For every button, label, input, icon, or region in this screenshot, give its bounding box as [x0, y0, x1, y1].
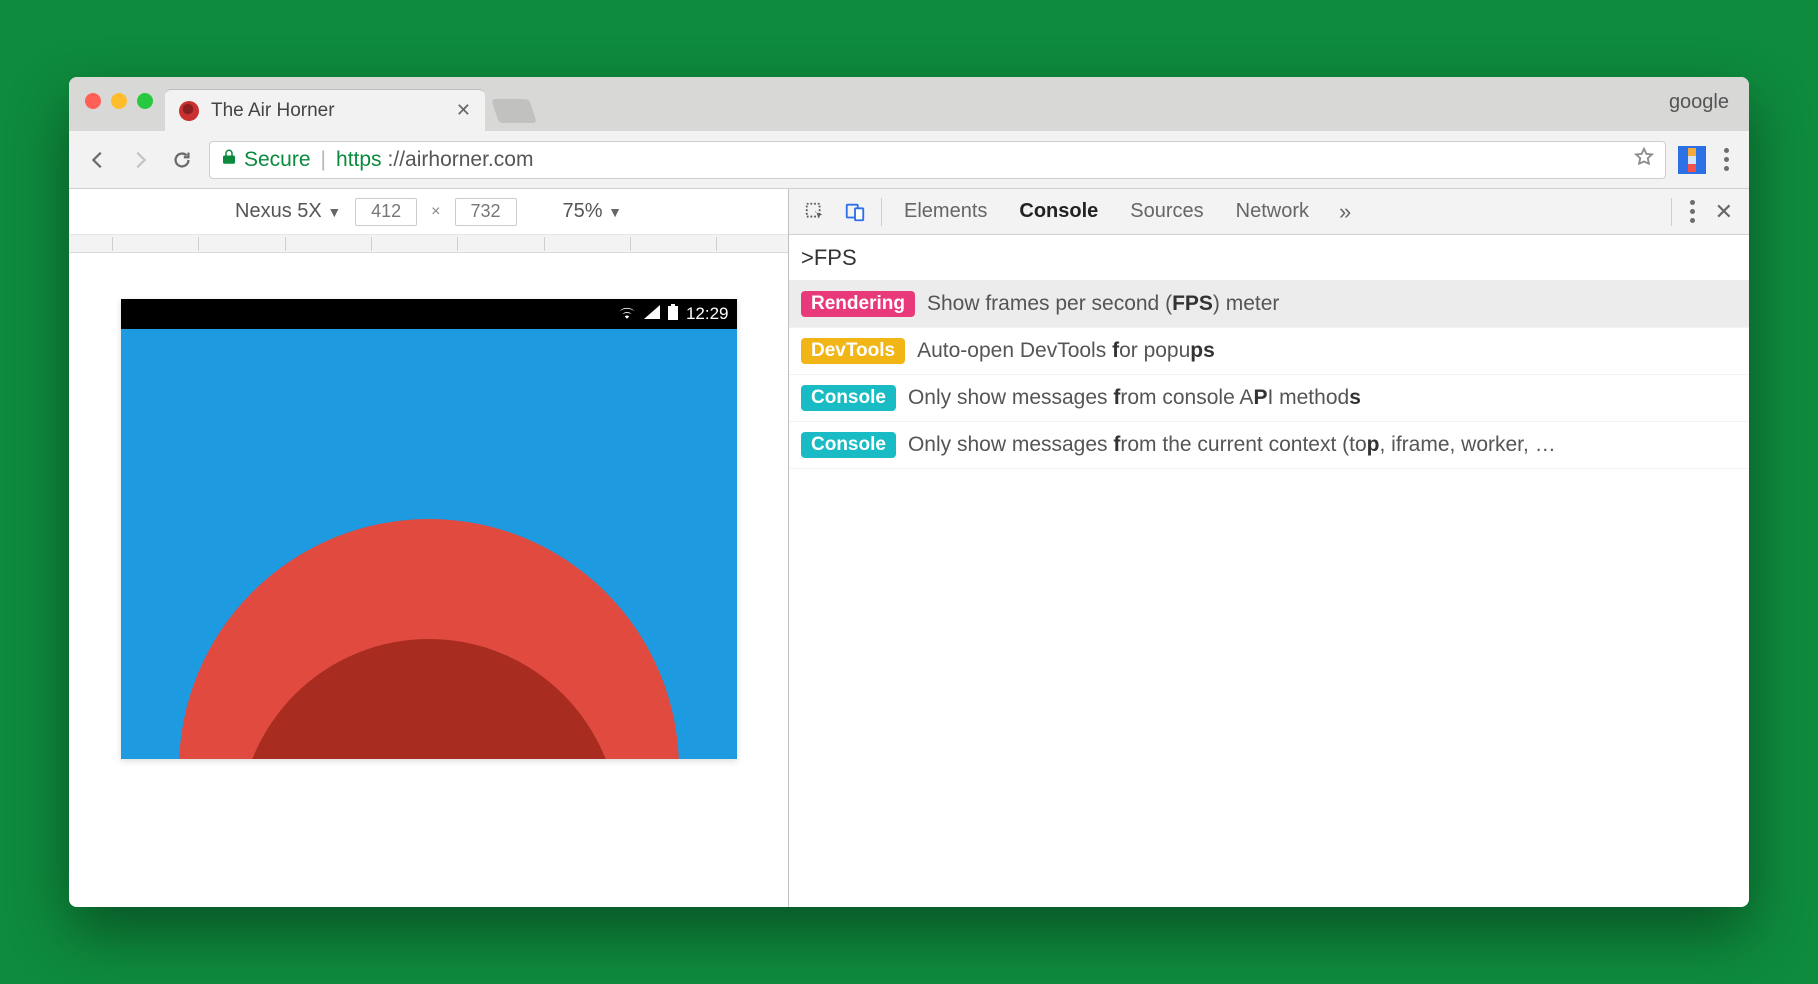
- devtools-tab-elements[interactable]: Elements: [888, 189, 1003, 234]
- devtools-menu-button[interactable]: [1684, 200, 1701, 223]
- device-select[interactable]: Nexus 5X ▼: [235, 200, 341, 223]
- battery-icon: [668, 304, 678, 325]
- command-result-text: Show frames per second (FPS) meter: [927, 292, 1279, 316]
- new-tab-button[interactable]: [491, 99, 537, 123]
- traffic-lights: [85, 93, 153, 109]
- device-viewport-pane: Nexus 5X ▼ × 75% ▼: [69, 189, 789, 907]
- tab-title: The Air Horner: [211, 100, 444, 122]
- command-category-badge: Rendering: [801, 291, 915, 317]
- command-menu-input[interactable]: >FPS: [789, 235, 1749, 281]
- window-maximize-button[interactable]: [137, 93, 153, 109]
- back-button[interactable]: [83, 149, 113, 171]
- profile-label[interactable]: google: [1669, 91, 1729, 114]
- toolbar: Secure | https://airhorner.com: [69, 131, 1749, 189]
- command-result[interactable]: Console Only show messages from the curre…: [789, 422, 1749, 469]
- forward-button[interactable]: [125, 149, 155, 171]
- command-category-badge: Console: [801, 432, 896, 458]
- window-minimize-button[interactable]: [111, 93, 127, 109]
- separator: [1671, 198, 1672, 226]
- command-menu-results: Rendering Show frames per second (FPS) me…: [789, 281, 1749, 469]
- phone-clock: 12:29: [686, 304, 729, 324]
- wifi-icon: [618, 304, 636, 324]
- viewport-ruler: [69, 235, 788, 253]
- viewport-width-input[interactable]: [355, 198, 417, 226]
- devtools-tabbar: ElementsConsoleSourcesNetwork » ✕: [789, 189, 1749, 235]
- separator: [881, 198, 882, 226]
- command-result-text: Auto-open DevTools for popups: [917, 339, 1215, 363]
- omnibox-separator: |: [321, 148, 326, 172]
- content-area: Nexus 5X ▼ × 75% ▼: [69, 189, 1749, 907]
- chevron-down-icon: ▼: [608, 204, 622, 220]
- bookmark-star-icon[interactable]: [1633, 146, 1655, 174]
- command-result-text: Only show messages from console API meth…: [908, 386, 1361, 410]
- reload-button[interactable]: [167, 149, 197, 171]
- command-prompt-text: >FPS: [801, 245, 857, 271]
- inspect-element-button[interactable]: [795, 189, 835, 234]
- url-rest: ://airhorner.com: [388, 148, 534, 172]
- command-result-text: Only show messages from the current cont…: [908, 433, 1556, 457]
- zoom-label: 75%: [563, 200, 603, 222]
- url-protocol: https: [336, 148, 382, 172]
- favicon-icon: [179, 101, 199, 121]
- command-result[interactable]: Rendering Show frames per second (FPS) me…: [789, 281, 1749, 328]
- titlebar: The Air Horner ✕ google: [69, 77, 1749, 131]
- browser-tab[interactable]: The Air Horner ✕: [165, 89, 485, 131]
- devtools-tab-console[interactable]: Console: [1003, 189, 1114, 234]
- chrome-menu-button[interactable]: [1718, 148, 1735, 171]
- window-close-button[interactable]: [85, 93, 101, 109]
- browser-window: The Air Horner ✕ google Secure | https:/…: [69, 77, 1749, 907]
- zoom-select[interactable]: 75% ▼: [563, 200, 622, 223]
- more-tabs-button[interactable]: »: [1325, 199, 1365, 225]
- emulated-phone[interactable]: 12:29: [121, 299, 737, 759]
- lighthouse-extension-icon[interactable]: [1678, 146, 1706, 174]
- command-category-badge: DevTools: [801, 338, 905, 364]
- dimension-separator: ×: [431, 203, 440, 221]
- chevron-down-icon: ▼: [327, 204, 341, 220]
- device-toolbar: Nexus 5X ▼ × 75% ▼: [69, 189, 788, 235]
- device-name-label: Nexus 5X: [235, 200, 322, 222]
- command-result[interactable]: Console Only show messages from console A…: [789, 375, 1749, 422]
- command-category-badge: Console: [801, 385, 896, 411]
- phone-content[interactable]: [121, 329, 737, 759]
- secure-label: Secure: [244, 148, 311, 172]
- devtools-pane: ElementsConsoleSourcesNetwork » ✕ >FPS R…: [789, 189, 1749, 907]
- toggle-device-toolbar-button[interactable]: [835, 189, 875, 234]
- devtools-tab-sources[interactable]: Sources: [1114, 189, 1219, 234]
- viewport-height-input[interactable]: [455, 198, 517, 226]
- phone-statusbar: 12:29: [121, 299, 737, 329]
- tab-close-button[interactable]: ✕: [456, 100, 471, 121]
- omnibox[interactable]: Secure | https://airhorner.com: [209, 141, 1666, 179]
- lock-icon: [220, 148, 238, 172]
- devtools-tab-network[interactable]: Network: [1220, 189, 1325, 234]
- tab-strip: The Air Horner ✕: [165, 77, 533, 131]
- command-result[interactable]: DevTools Auto-open DevTools for popups: [789, 328, 1749, 375]
- devtools-close-button[interactable]: ✕: [1707, 199, 1741, 225]
- cellular-icon: [644, 304, 660, 324]
- device-viewport: 12:29: [69, 253, 788, 907]
